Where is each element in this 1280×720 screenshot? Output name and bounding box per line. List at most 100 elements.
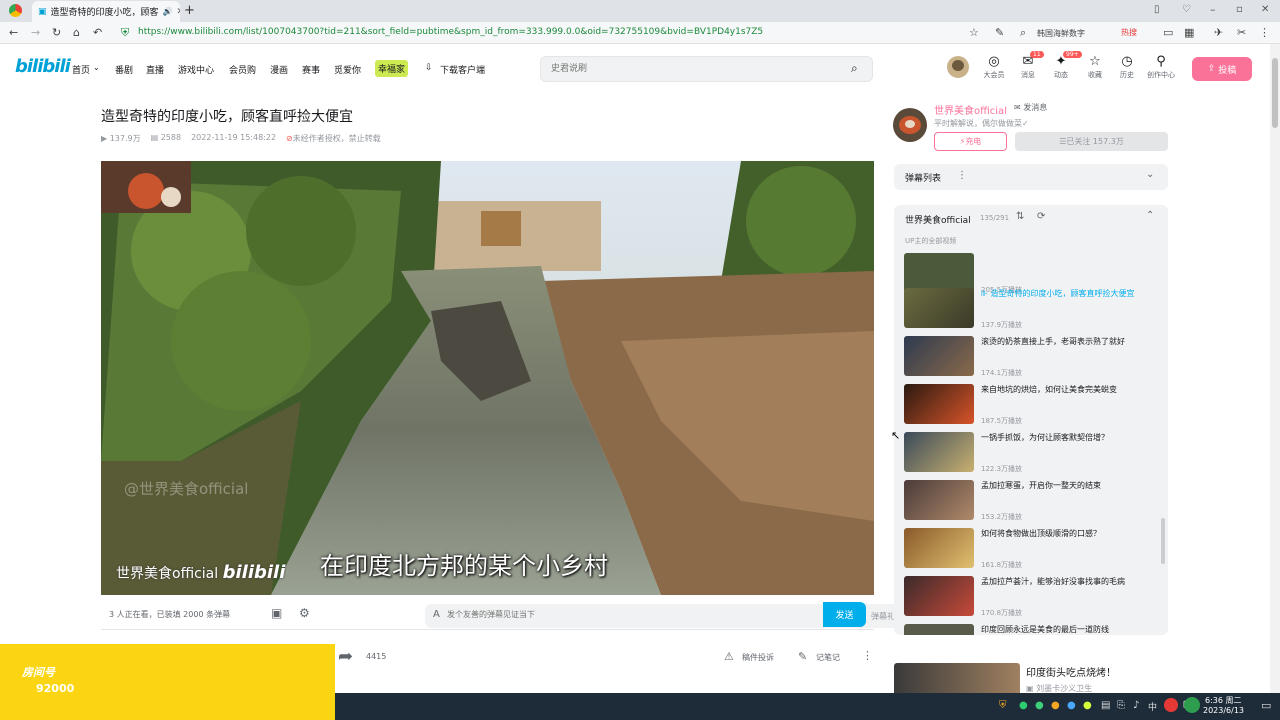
nav-download[interactable]: 下载客户端: [440, 63, 485, 76]
send-message-link[interactable]: ✉ 发消息: [1014, 102, 1047, 113]
clock-time[interactable]: 6:36 周二: [1205, 695, 1242, 706]
new-tab-icon[interactable]: +: [184, 3, 195, 18]
ime-indicator[interactable]: 中: [1148, 700, 1157, 713]
forward-icon[interactable]: →: [31, 26, 40, 39]
font-style-icon[interactable]: A: [433, 609, 440, 620]
back-icon[interactable]: ←: [9, 26, 18, 39]
undo-icon[interactable]: ↶: [93, 26, 102, 39]
tray-app-icon[interactable]: ●: [1083, 700, 1092, 711]
list-item[interactable]: 孟加拉芦荟汁，能够治好没事找事的毛病 170.8万播放: [904, 576, 1164, 622]
danmaku-list-more-icon[interactable]: ⋮: [957, 170, 967, 181]
video-player[interactable]: [101, 161, 874, 595]
search-icon[interactable]: ⌕: [1020, 26, 1026, 40]
minimize-icon[interactable]: –: [1210, 3, 1216, 16]
page-scroll-thumb[interactable]: [1272, 58, 1278, 128]
notes-icon[interactable]: ✎: [798, 650, 807, 663]
danmaku-toggle-icon[interactable]: ▣: [271, 606, 282, 620]
network-icon[interactable]: ▤: [1101, 700, 1110, 711]
upload-button[interactable]: ⇪ 投稿: [1192, 57, 1252, 81]
favorites-nav[interactable]: ☆ 收藏: [1080, 54, 1110, 80]
apps-icon[interactable]: ▦: [1184, 26, 1194, 39]
tab-active[interactable]: ▣ 造型奇特的印度小吃，顾客 🔊 ✕: [32, 1, 180, 22]
bookmark-star-icon[interactable]: ☆: [969, 26, 979, 39]
list-item[interactable]: 一锅手抓饭，为何让顾客默契倍增？ 122.3万播放: [904, 432, 1164, 478]
maximize-icon[interactable]: ▫: [1236, 4, 1243, 15]
menu-icon[interactable]: ⋮: [1259, 26, 1270, 39]
list-item[interactable]: 滚烫的奶茶直接上手，老哥表示熟了就好 174.1万播放: [904, 336, 1164, 382]
nav-esports[interactable]: 赛事: [302, 63, 320, 76]
history-nav[interactable]: ◷ 历史: [1112, 54, 1142, 80]
url-field[interactable]: https://www.bilibili.com/list/1007043700…: [138, 27, 763, 37]
dynamics-nav[interactable]: ✦ 99+ 动态: [1046, 51, 1082, 80]
tools-icon[interactable]: ✂: [1237, 26, 1246, 39]
nav-mall[interactable]: 会员购: [229, 63, 256, 76]
nav-happy-home[interactable]: 幸福家: [375, 60, 409, 77]
notes-link[interactable]: 记笔记: [816, 652, 840, 663]
nav-home-chevron-icon[interactable]: ⌄: [93, 63, 100, 72]
messages-nav[interactable]: ✉ 11 消息: [1013, 51, 1044, 80]
user-avatar[interactable]: [947, 56, 969, 78]
report-link[interactable]: 稿件投诉: [742, 652, 774, 663]
sidebar-icon[interactable]: ▯: [1154, 4, 1160, 15]
playlist-scrollbar[interactable]: [1161, 518, 1165, 564]
nav-anime[interactable]: 番剧: [115, 63, 133, 76]
list-item[interactable]: 如何将食物做出顶级顺滑的口感？ 161.8万播放: [904, 528, 1164, 574]
sogou-icon[interactable]: [1164, 698, 1178, 712]
usb-icon[interactable]: ⎘: [1117, 700, 1125, 711]
share-icon[interactable]: ➦: [338, 646, 353, 667]
notification-icon[interactable]: ▭: [1261, 699, 1271, 712]
skin-icon[interactable]: ♡: [1182, 4, 1191, 15]
charge-button[interactable]: ⚡ 充电: [934, 132, 1007, 151]
bilibili-logo[interactable]: bilibili: [15, 56, 71, 77]
badge-29-icon[interactable]: [1184, 697, 1200, 713]
hot-search-text[interactable]: 韩国海鲜数字: [1037, 28, 1085, 39]
tray-app-icon[interactable]: ●: [1051, 700, 1060, 711]
reader-icon[interactable]: ▭: [1163, 26, 1173, 39]
list-item[interactable]: 印度回顾永远是美食的最后一道防线: [904, 624, 1164, 635]
tray-app-icon[interactable]: ●: [1035, 700, 1044, 711]
report-icon[interactable]: ⚠: [724, 650, 734, 663]
pin-icon[interactable]: ✈: [1214, 26, 1223, 39]
close-tab-icon[interactable]: ✕: [177, 7, 181, 17]
nav-love[interactable]: 觅爱你: [334, 63, 361, 76]
tray-app-icon[interactable]: ●: [1019, 700, 1028, 711]
danmaku-input[interactable]: [447, 610, 827, 619]
list-item[interactable]: 孟加拉寒蛋，开启你一整天的结束 153.2万播放: [904, 480, 1164, 526]
danmaku-list-header[interactable]: 弹幕列表 ⋮ ⌄: [894, 164, 1168, 190]
clock-date[interactable]: 2023/6/13: [1203, 706, 1244, 715]
page-scrollbar[interactable]: [1270, 44, 1280, 693]
danmaku-settings-icon[interactable]: ⚙: [299, 606, 310, 620]
nav-game[interactable]: 游戏中心: [178, 63, 214, 76]
volume-icon[interactable]: ♪: [1133, 700, 1139, 711]
tray-app-icon[interactable]: ●: [1067, 700, 1076, 711]
chevron-up-icon[interactable]: ⌃: [1146, 210, 1154, 221]
reload-icon[interactable]: ↻: [52, 26, 61, 39]
search-box: ⌕: [540, 56, 873, 82]
follow-button[interactable]: ☰ 已关注 157.3万: [1015, 132, 1168, 151]
close-window-icon[interactable]: ✕: [1261, 4, 1269, 15]
hot-label[interactable]: 热搜: [1121, 27, 1137, 38]
sort-order-icon[interactable]: ⇅: [1016, 211, 1024, 222]
extension-icon[interactable]: ✎: [995, 26, 1004, 39]
loop-icon[interactable]: ⟳: [1037, 211, 1045, 222]
chevron-down-icon[interactable]: ⌄: [1146, 169, 1154, 180]
home-icon[interactable]: ⌂: [73, 26, 80, 39]
uploader-name[interactable]: 世界美食official: [934, 102, 1007, 117]
creator-nav[interactable]: ⚲ 创作中心: [1146, 54, 1176, 80]
shield-icon[interactable]: ⛨: [999, 700, 1007, 711]
more-options-icon[interactable]: ⋮: [862, 649, 873, 662]
speaker-icon[interactable]: 🔊: [163, 7, 173, 16]
list-item-active[interactable]: ⊪ 造型奇特的印度小吃，顾客直呼捡大便宜 137.9万播放: [904, 288, 1164, 334]
uploader-avatar[interactable]: [893, 108, 927, 142]
search-button-icon[interactable]: ⌕: [851, 61, 858, 76]
download-icon[interactable]: ⇩: [425, 63, 433, 73]
browser-logo-icon[interactable]: [9, 4, 22, 17]
nav-manga[interactable]: 漫画: [270, 63, 288, 76]
nav-home[interactable]: 首页: [72, 63, 90, 76]
search-input[interactable]: [551, 63, 841, 73]
send-danmaku-button[interactable]: 发送: [823, 602, 866, 627]
list-item[interactable]: 来自地坑的烘焙，如何让美食完美蜕变 187.5万播放: [904, 384, 1164, 430]
vip-nav[interactable]: ◎ 大会员: [979, 54, 1009, 80]
playlist-title[interactable]: 世界美食official: [905, 213, 971, 226]
nav-live[interactable]: 直播: [146, 63, 164, 76]
